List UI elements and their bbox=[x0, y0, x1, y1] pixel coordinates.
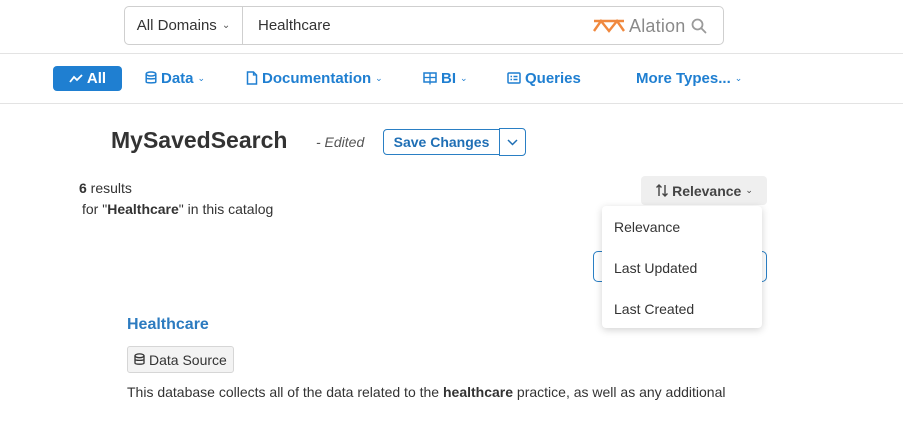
desc-after: practice, as well as any additional bbox=[513, 384, 726, 400]
tab-more-types[interactable]: More Types... ⌄ bbox=[636, 66, 742, 90]
search-icon[interactable] bbox=[690, 17, 708, 35]
document-icon bbox=[246, 71, 258, 85]
domain-select-label: All Domains bbox=[136, 17, 217, 34]
results-count-line: 6 results bbox=[79, 178, 273, 199]
save-options-dropdown[interactable] bbox=[499, 128, 526, 156]
desc-before: This database collects all of the data r… bbox=[127, 384, 443, 400]
top-search-bar: All Domains ⌄ Healthcare Alation bbox=[0, 0, 903, 54]
chevron-down-icon: ⌄ bbox=[745, 185, 753, 195]
database-icon bbox=[134, 353, 145, 365]
result-description: This database collects all of the data r… bbox=[127, 382, 727, 402]
trend-icon bbox=[69, 73, 83, 83]
page-title: MySavedSearch bbox=[111, 127, 288, 153]
query-icon bbox=[507, 72, 521, 84]
tab-all-label: All bbox=[86, 70, 107, 87]
tab-data[interactable]: Data ⌄ bbox=[145, 66, 205, 90]
chevron-down-icon: ⌄ bbox=[734, 72, 743, 83]
tab-bi-label: BI bbox=[441, 69, 456, 87]
sort-dropdown-button[interactable]: Relevance ⌄ bbox=[641, 176, 767, 205]
tab-data-label: Data bbox=[161, 69, 194, 87]
edited-indicator: - Edited bbox=[316, 134, 365, 150]
result-type-badge: Data Source bbox=[127, 346, 234, 373]
sort-arrows-icon bbox=[656, 184, 669, 197]
save-changes-button[interactable]: Save Changes bbox=[383, 129, 500, 155]
sort-option-last-created[interactable]: Last Created bbox=[602, 288, 762, 329]
type-nav: All Data ⌄ Documentation ⌄ BI ⌄ Queries … bbox=[0, 54, 903, 104]
tab-all[interactable]: All bbox=[53, 66, 122, 91]
database-icon bbox=[145, 71, 157, 84]
search-input[interactable]: Healthcare bbox=[258, 7, 331, 44]
tab-bi[interactable]: BI ⌄ bbox=[423, 66, 468, 90]
tab-queries-label: Queries bbox=[525, 69, 581, 87]
chevron-down-icon: ⌄ bbox=[197, 72, 206, 83]
search-box: All Domains ⌄ Healthcare Alation bbox=[124, 6, 724, 45]
brand-name: Alation bbox=[629, 15, 686, 36]
chevron-down-icon bbox=[507, 138, 518, 146]
results-for-prefix: for " bbox=[82, 201, 108, 217]
sort-selected-label: Relevance bbox=[672, 182, 742, 199]
desc-highlight: healthcare bbox=[442, 384, 514, 400]
brand-logo: Alation bbox=[592, 14, 685, 38]
sort-menu: Relevance Last Updated Last Created bbox=[602, 206, 762, 328]
results-count-suffix: results bbox=[86, 180, 132, 196]
bi-chart-icon bbox=[423, 71, 437, 84]
results-for-suffix: " in this catalog bbox=[178, 201, 274, 217]
results-query-line: for "Healthcare" in this catalog bbox=[82, 199, 273, 220]
chevron-down-icon: ⌄ bbox=[375, 72, 383, 83]
results-query: Healthcare bbox=[107, 201, 179, 217]
tab-queries[interactable]: Queries bbox=[507, 66, 581, 90]
sort-option-last-updated[interactable]: Last Updated bbox=[602, 247, 762, 288]
results-summary: 6 results for "Healthcare" in this catal… bbox=[79, 178, 273, 220]
chevron-down-icon: ⌄ bbox=[221, 20, 231, 31]
results-count: 6 bbox=[79, 180, 87, 196]
alation-logo-icon bbox=[593, 18, 625, 33]
result-type-label: Data Source bbox=[149, 351, 227, 368]
tab-documentation-label: Documentation bbox=[262, 69, 372, 87]
result-title-link[interactable]: Healthcare bbox=[127, 316, 209, 334]
sort-option-relevance[interactable]: Relevance bbox=[602, 206, 762, 247]
domain-select[interactable]: All Domains ⌄ bbox=[125, 7, 243, 44]
tab-more-types-label: More Types... bbox=[636, 69, 731, 87]
tab-documentation[interactable]: Documentation ⌄ bbox=[246, 66, 383, 90]
chevron-down-icon: ⌄ bbox=[460, 72, 468, 83]
